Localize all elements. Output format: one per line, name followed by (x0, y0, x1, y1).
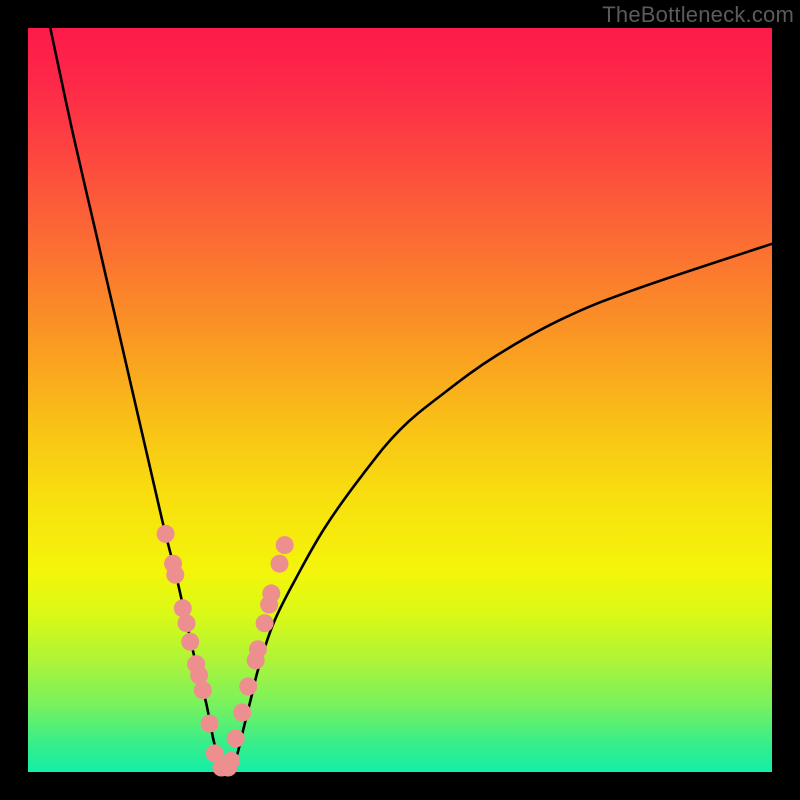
curve-marker (249, 640, 267, 658)
curve-marker (194, 681, 212, 699)
curve-marker (166, 566, 184, 584)
curve-marker (276, 536, 294, 554)
curve-marker (201, 715, 219, 733)
curve-marker (222, 752, 240, 770)
marker-group (157, 525, 294, 777)
curve-marker (233, 704, 251, 722)
curve-marker (227, 730, 245, 748)
curve-marker (181, 633, 199, 651)
chart-frame: TheBottleneck.com (0, 0, 800, 800)
curve-marker (256, 614, 274, 632)
curve-marker (157, 525, 175, 543)
bottleneck-curve (50, 28, 772, 771)
chart-overlay (28, 28, 772, 772)
curve-marker (178, 614, 196, 632)
watermark-text: TheBottleneck.com (602, 2, 794, 28)
curve-marker (262, 584, 280, 602)
curve-marker (271, 555, 289, 573)
curve-marker (239, 677, 257, 695)
